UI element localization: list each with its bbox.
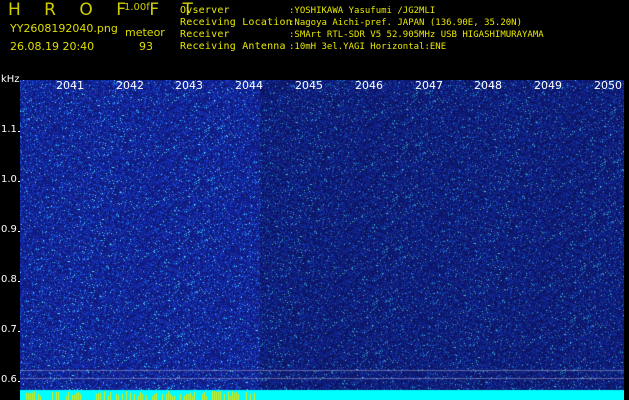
x-tick-2042: 2042 (116, 79, 144, 92)
meteor-count: 93 (139, 40, 153, 53)
location-label: Receiving Location (180, 17, 292, 28)
spectrogram-display (20, 80, 624, 400)
x-tick-2049: 2049 (534, 79, 562, 92)
x-tick-2047: 2047 (415, 79, 443, 92)
y-tick-0-6: 0.6 (1, 374, 17, 385)
x-tick-2043: 2043 (175, 79, 203, 92)
app-version: 1.00f (124, 2, 150, 13)
y-tick-1-0: 1.0 (1, 174, 17, 185)
y-tick-0-7: 0.7 (1, 324, 17, 335)
observer-value: :YOSHIKAWA Yasufumi /JG2MLI (289, 6, 436, 16)
x-tick-2048: 2048 (474, 79, 502, 92)
antenna-label: Receiving Antenna (180, 41, 286, 52)
meteor-label: meteor (125, 26, 165, 39)
antenna-value: :10mH 3el.YAGI Horizontal:ENE (289, 42, 447, 52)
app-title: H R O F F T (8, 0, 202, 20)
receiver-value: :SMArt RTL-SDR V5 52.905MHz USB HIGASHIM… (289, 30, 544, 40)
x-tick-2046: 2046 (355, 79, 383, 92)
x-tick-2044: 2044 (235, 79, 263, 92)
y-tick-0-8: 0.8 (1, 274, 17, 285)
date-time: 26.08.19 20:40 (10, 40, 95, 53)
x-tick-2045: 2045 (295, 79, 323, 92)
x-tick-2050: 2050 (594, 79, 622, 92)
y-tick-0-9: 0.9 (1, 224, 17, 235)
y-axis-unit: kHz (1, 74, 20, 85)
file-name: YY2608192040.png (10, 22, 118, 35)
receiver-label: Receiver (180, 29, 230, 40)
x-tick-2041: 2041 (56, 79, 84, 92)
location-value: :Nagoya Aichi-pref. JAPAN (136.90E, 35.2… (289, 18, 522, 28)
hrofft-window: H R O F F T 1.00f YY2608192040.png 26.08… (0, 0, 629, 400)
observer-label: Ovserver (180, 5, 230, 16)
y-tick-1-1: 1.1 (1, 124, 17, 135)
